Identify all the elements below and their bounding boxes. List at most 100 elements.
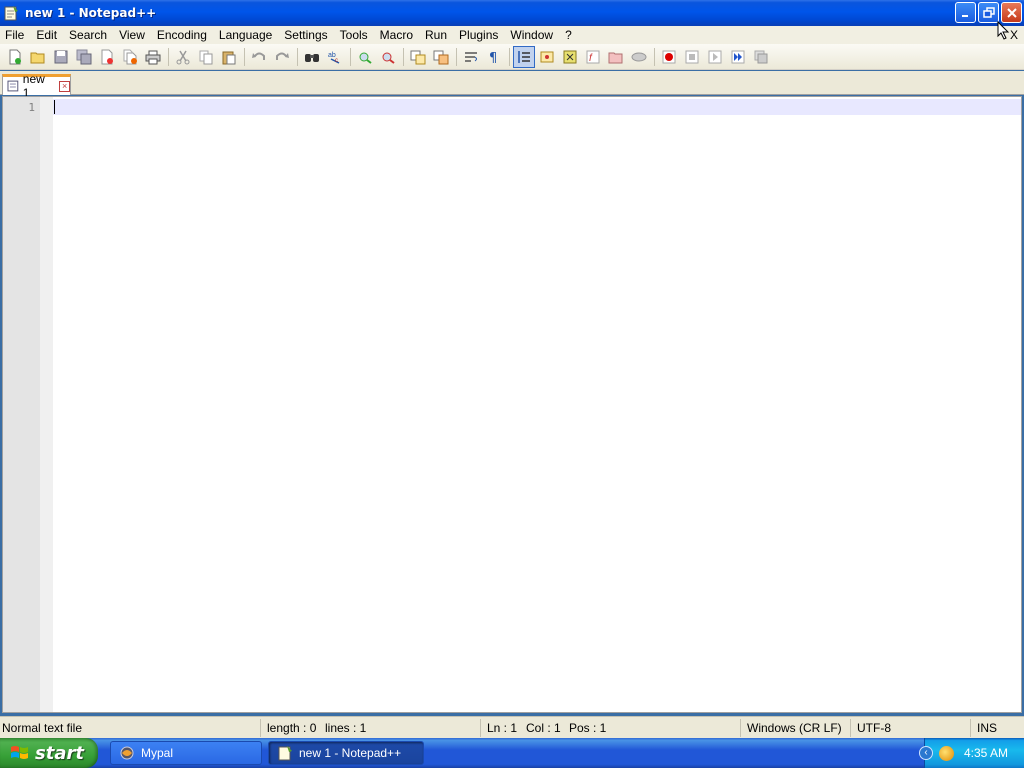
windows-logo-icon <box>11 746 28 759</box>
scissors-icon <box>176 50 190 64</box>
close-file-button[interactable] <box>96 46 118 68</box>
paste-icon <box>222 51 236 64</box>
run-macro-multiple-button[interactable] <box>727 46 749 68</box>
minimize-button[interactable] <box>955 2 976 23</box>
toolbar-separator <box>244 47 245 66</box>
replace-button[interactable]: ab c <box>324 46 346 68</box>
monitoring-eye-icon <box>631 52 647 61</box>
text-caret <box>54 100 55 114</box>
taskbar-clock[interactable]: 4:35 AM <box>964 746 1008 760</box>
fold-margin[interactable] <box>40 97 53 712</box>
save-button[interactable] <box>50 46 72 68</box>
taskbar-item-notepadpp[interactable]: new 1 - Notepad++ <box>268 741 424 765</box>
start-button[interactable]: start <box>0 738 98 768</box>
status-separator <box>480 719 481 737</box>
play-macro-button[interactable] <box>704 46 726 68</box>
sync-vertical-icon <box>410 50 426 64</box>
status-separator <box>970 719 971 737</box>
status-separator <box>850 719 851 737</box>
document-map-button[interactable] <box>559 46 581 68</box>
status-column: Col : 1 <box>526 721 561 735</box>
zoom-out-button[interactable] <box>377 46 399 68</box>
svg-text:¶: ¶ <box>489 51 497 65</box>
undo-icon <box>252 52 265 60</box>
redo-button[interactable] <box>271 46 293 68</box>
tray-expand-chevron-icon[interactable]: ‹ <box>919 746 933 760</box>
indent-guide-button[interactable] <box>513 45 535 68</box>
undo-button[interactable] <box>248 46 270 68</box>
save-all-button[interactable] <box>73 46 95 68</box>
zoom-in-button[interactable] <box>354 46 376 68</box>
close-all-button[interactable] <box>119 46 141 68</box>
taskbar-item-mypal[interactable]: Mypal <box>110 741 262 765</box>
title-bar[interactable]: new 1 - Notepad++ <box>0 0 1024 26</box>
tab-new-1[interactable]: new 1 × <box>2 72 71 100</box>
copy-button[interactable] <box>195 46 217 68</box>
taskbar-item-label: new 1 - Notepad++ <box>299 746 402 760</box>
monitoring-button[interactable] <box>628 46 650 68</box>
menu-tools[interactable]: Tools <box>334 26 374 44</box>
paste-button[interactable] <box>218 46 240 68</box>
status-encoding: UTF-8 <box>857 721 891 735</box>
restore-button[interactable] <box>978 2 999 23</box>
status-separator <box>260 719 261 737</box>
binoculars-icon <box>305 53 319 62</box>
function-list-button[interactable]: f <box>582 46 604 68</box>
save-icon <box>54 50 68 63</box>
menu-search[interactable]: Search <box>63 26 113 44</box>
menu-encoding[interactable]: Encoding <box>151 26 213 44</box>
menu-view[interactable]: View <box>113 26 151 44</box>
toolbar-separator <box>456 47 457 66</box>
new-file-icon <box>9 49 21 64</box>
cut-button[interactable] <box>172 46 194 68</box>
menu-edit[interactable]: Edit <box>30 26 63 44</box>
menu-macro[interactable]: Macro <box>374 26 419 44</box>
new-file-button[interactable] <box>4 46 26 68</box>
status-file-type: Normal text file <box>2 721 83 735</box>
status-insert-mode: INS <box>977 721 998 735</box>
folder-workspace-icon <box>608 52 623 63</box>
open-file-button[interactable] <box>27 46 49 68</box>
mouse-cursor-icon <box>997 21 1010 40</box>
folder-as-workspace-button[interactable] <box>605 46 627 68</box>
document-tab-bar: new 1 × <box>0 71 1024 100</box>
play-icon <box>708 50 722 63</box>
close-button[interactable] <box>1001 2 1022 23</box>
notepadpp-app-icon[interactable] <box>3 5 19 21</box>
sync-vertical-button[interactable] <box>407 46 429 68</box>
status-line-number: Ln : 1 <box>487 721 518 735</box>
indent-guide-icon <box>518 50 530 63</box>
taskbar-item-label: Mypal <box>141 746 174 760</box>
tab-close-icon[interactable]: × <box>59 80 70 92</box>
word-wrap-button[interactable] <box>460 46 482 68</box>
menu-window[interactable]: Window <box>504 26 559 44</box>
close-document-button[interactable]: X <box>1010 28 1018 42</box>
user-defined-language-button[interactable] <box>536 46 558 68</box>
text-editor[interactable]: 1 <box>2 96 1022 713</box>
menu-plugins[interactable]: Plugins <box>453 26 504 44</box>
start-recording-macro-button[interactable] <box>658 46 680 68</box>
sync-horizontal-button[interactable] <box>430 46 452 68</box>
toolbar-separator <box>350 47 351 66</box>
menu-help[interactable]: ? <box>559 26 578 44</box>
stop-recording-macro-button[interactable] <box>681 46 703 68</box>
toolbar: ab c ¶ f <box>0 44 1024 70</box>
close-all-icon <box>123 49 137 64</box>
save-macro-button[interactable] <box>750 46 772 68</box>
close-file-icon <box>101 49 113 64</box>
save-macro-icon <box>754 50 768 63</box>
tray-app-icon[interactable] <box>939 745 954 761</box>
print-button[interactable] <box>142 46 164 68</box>
find-button[interactable] <box>301 46 323 68</box>
mypal-browser-icon <box>120 746 134 760</box>
fast-forward-icon <box>731 50 745 63</box>
menu-settings[interactable]: Settings <box>278 26 333 44</box>
show-all-characters-button[interactable]: ¶ <box>483 46 505 68</box>
menu-file[interactable]: File <box>0 26 30 44</box>
current-line-highlight <box>53 99 1021 115</box>
toolbar-separator <box>297 47 298 66</box>
status-length: length : 0 <box>267 721 317 735</box>
menu-run[interactable]: Run <box>419 26 453 44</box>
menu-language[interactable]: Language <box>213 26 278 44</box>
stop-icon <box>685 50 699 63</box>
